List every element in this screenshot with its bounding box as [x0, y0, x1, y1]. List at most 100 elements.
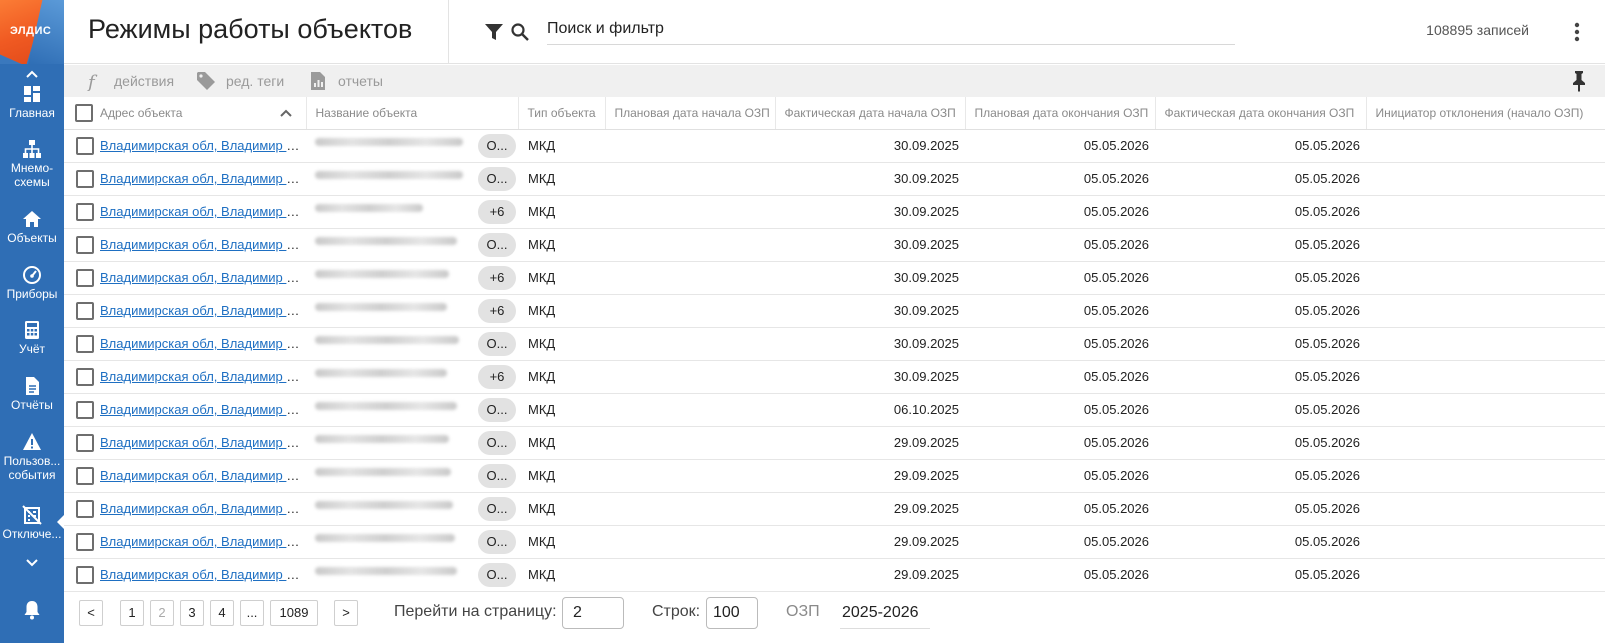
tags-chip[interactable]: О... — [478, 331, 516, 356]
prev-page-button[interactable]: < — [79, 600, 103, 626]
sidebar-item-outages[interactable]: Отключе... — [0, 505, 64, 541]
address-link[interactable]: Владимирская обл, Владимир г,... — [100, 402, 304, 417]
more-menu-icon[interactable] — [1569, 20, 1585, 44]
next-page-button[interactable]: > — [334, 600, 358, 626]
planned-end-cell: 05.05.2026 — [965, 525, 1155, 559]
column-header-initiator[interactable]: Инициатор отклонения (начало ОЗП) — [1365, 97, 1605, 130]
reports-button[interactable]: отчеты — [308, 71, 383, 91]
tags-chip[interactable]: О... — [478, 232, 516, 257]
row-checkbox[interactable] — [76, 169, 94, 188]
search-filter-field[interactable] — [547, 20, 1235, 45]
search-icon[interactable] — [510, 22, 530, 42]
column-header-actual-start[interactable]: Фактическая дата начала ОЗП — [774, 97, 965, 130]
table-row[interactable]: Владимирская обл, Владимир г,... О... МКД 3… — [64, 162, 1605, 196]
actions-button[interactable]: f действия — [84, 71, 174, 91]
rows-per-page-input[interactable]: 100 — [706, 597, 758, 629]
sidebar-item-objects[interactable]: Объекты — [0, 209, 64, 245]
search-input[interactable] — [547, 20, 1235, 38]
logo[interactable]: ЭЛДИС — [0, 0, 64, 64]
page-button[interactable]: 4 — [210, 600, 234, 626]
address-link[interactable]: Владимирская обл, Владимир г,... — [100, 237, 304, 252]
header-divider — [448, 0, 449, 64]
tags-chip[interactable]: О... — [478, 397, 516, 422]
sidebar-item-accounting[interactable]: Учёт — [0, 320, 64, 356]
row-checkbox[interactable] — [76, 499, 94, 518]
address-link[interactable]: Владимирская обл, Владимир г,... — [100, 303, 304, 318]
page-button-last[interactable]: 1089 — [270, 600, 318, 626]
address-link[interactable]: Владимирская обл, Владимир г,... — [100, 435, 304, 450]
table-row[interactable]: Владимирская обл, Владимир г,... О... МКД 2… — [64, 525, 1605, 559]
sidebar-item-home[interactable]: Главная — [0, 84, 64, 120]
table-row[interactable]: Владимирская обл, Владимир г,... О... МКД 3… — [64, 228, 1605, 262]
table-row[interactable]: Владимирская обл, Владимир г,... О... МКД 3… — [64, 327, 1605, 361]
page-ellipsis-button[interactable]: ... — [240, 600, 264, 626]
tags-chip[interactable]: О... — [478, 166, 516, 191]
scroll-down-chevron-icon[interactable] — [0, 555, 64, 571]
goto-page-input[interactable]: 2 — [562, 597, 624, 629]
tags-chip[interactable]: +6 — [478, 364, 516, 389]
row-checkbox[interactable] — [76, 466, 94, 485]
row-checkbox[interactable] — [76, 532, 94, 551]
table-row[interactable]: Владимирская обл, Владимир г,... +6 МКД 30.… — [64, 261, 1605, 295]
page-button-current[interactable]: 2 — [150, 600, 174, 626]
address-link[interactable]: Владимирская обл, Владимир г,... — [100, 171, 304, 186]
table-row[interactable]: Владимирская обл, Владимир г,... О... МКД 3… — [64, 129, 1605, 163]
address-link[interactable]: Владимирская обл, Владимир г,... — [100, 336, 304, 351]
column-header-name[interactable]: Название объекта — [305, 97, 518, 130]
table-row[interactable]: Владимирская обл, Владимир г,... О... МКД 0… — [64, 393, 1605, 427]
table-row[interactable]: Владимирская обл, Владимир г,... О... МКД 2… — [64, 426, 1605, 460]
tags-chip[interactable]: +6 — [478, 298, 516, 323]
sidebar-item-reports[interactable]: Отчёты — [0, 376, 64, 412]
row-checkbox[interactable] — [76, 136, 94, 155]
sidebar-item-mnemo[interactable]: Мнемо- схемы — [0, 139, 64, 189]
tags-chip[interactable]: +6 — [478, 265, 516, 290]
sidebar-item-devices[interactable]: Приборы — [0, 265, 64, 301]
row-checkbox[interactable] — [76, 235, 94, 254]
address-link[interactable]: Владимирская обл, Владимир г,... — [100, 369, 304, 384]
sidebar-item-user-events[interactable]: Пользов... события — [0, 432, 64, 482]
dashboard-icon — [24, 86, 40, 102]
column-header-actual-end[interactable]: Фактическая дата окончания ОЗП — [1154, 97, 1366, 130]
filter-icon[interactable] — [484, 22, 504, 42]
row-checkbox[interactable] — [76, 433, 94, 452]
sort-up-chevron-icon[interactable] — [279, 107, 292, 119]
row-checkbox[interactable] — [76, 367, 94, 386]
table-row[interactable]: Владимирская обл, Владимир г,... О... МКД 2… — [64, 492, 1605, 526]
column-header-address[interactable]: Адрес объекта — [94, 97, 306, 130]
row-checkbox[interactable] — [76, 334, 94, 353]
column-header-type[interactable]: Тип объекта — [517, 97, 605, 130]
select-all-checkbox[interactable] — [75, 103, 93, 122]
row-checkbox[interactable] — [76, 400, 94, 419]
tags-chip[interactable]: О... — [478, 463, 516, 488]
bell-icon[interactable] — [0, 600, 64, 623]
redacted-object-name — [315, 402, 457, 411]
page-button[interactable]: 3 — [180, 600, 204, 626]
tags-chip[interactable]: О... — [478, 430, 516, 455]
tags-chip[interactable]: О... — [478, 133, 516, 158]
address-link[interactable]: Владимирская обл, Владимир г,... — [100, 534, 304, 549]
row-checkbox[interactable] — [76, 268, 94, 287]
address-link[interactable]: Владимирская обл, Владимир г,... — [100, 501, 304, 516]
row-checkbox[interactable] — [76, 202, 94, 221]
address-link[interactable]: Владимирская обл, Владимир г,... — [100, 270, 304, 285]
tags-chip[interactable]: О... — [478, 496, 516, 521]
edit-tags-button[interactable]: ред. теги — [196, 71, 284, 91]
address-link[interactable]: Владимирская обл, Владимир г,... — [100, 204, 304, 219]
row-checkbox[interactable] — [76, 301, 94, 320]
address-link[interactable]: Владимирская обл, Владимир г,... — [100, 138, 304, 153]
initiator-cell — [1366, 492, 1605, 526]
column-header-planned-end[interactable]: Плановая дата окончания ОЗП — [964, 97, 1155, 130]
planned-start-cell — [605, 129, 775, 163]
table-row[interactable]: Владимирская обл, Владимир г,... +6 МКД 30.… — [64, 294, 1605, 328]
table-row[interactable]: Владимирская обл, Владимир г,... О... МКД 2… — [64, 459, 1605, 493]
column-header-planned-start[interactable]: Плановая дата начала ОЗП — [604, 97, 775, 130]
ozp-season-select[interactable]: 2025-2026 — [840, 599, 930, 629]
table-row[interactable]: Владимирская обл, Владимир г,... +6 МКД 30.… — [64, 195, 1605, 229]
address-link[interactable]: Владимирская обл, Владимир г,... — [100, 468, 304, 483]
scroll-up-chevron-icon[interactable] — [0, 66, 64, 82]
tags-chip[interactable]: +6 — [478, 199, 516, 224]
table-row[interactable]: Владимирская обл, Владимир г,... +6 МКД 30.… — [64, 360, 1605, 394]
page-button[interactable]: 1 — [120, 600, 144, 626]
tags-chip[interactable]: О... — [478, 529, 516, 554]
pin-icon[interactable] — [1569, 70, 1589, 92]
